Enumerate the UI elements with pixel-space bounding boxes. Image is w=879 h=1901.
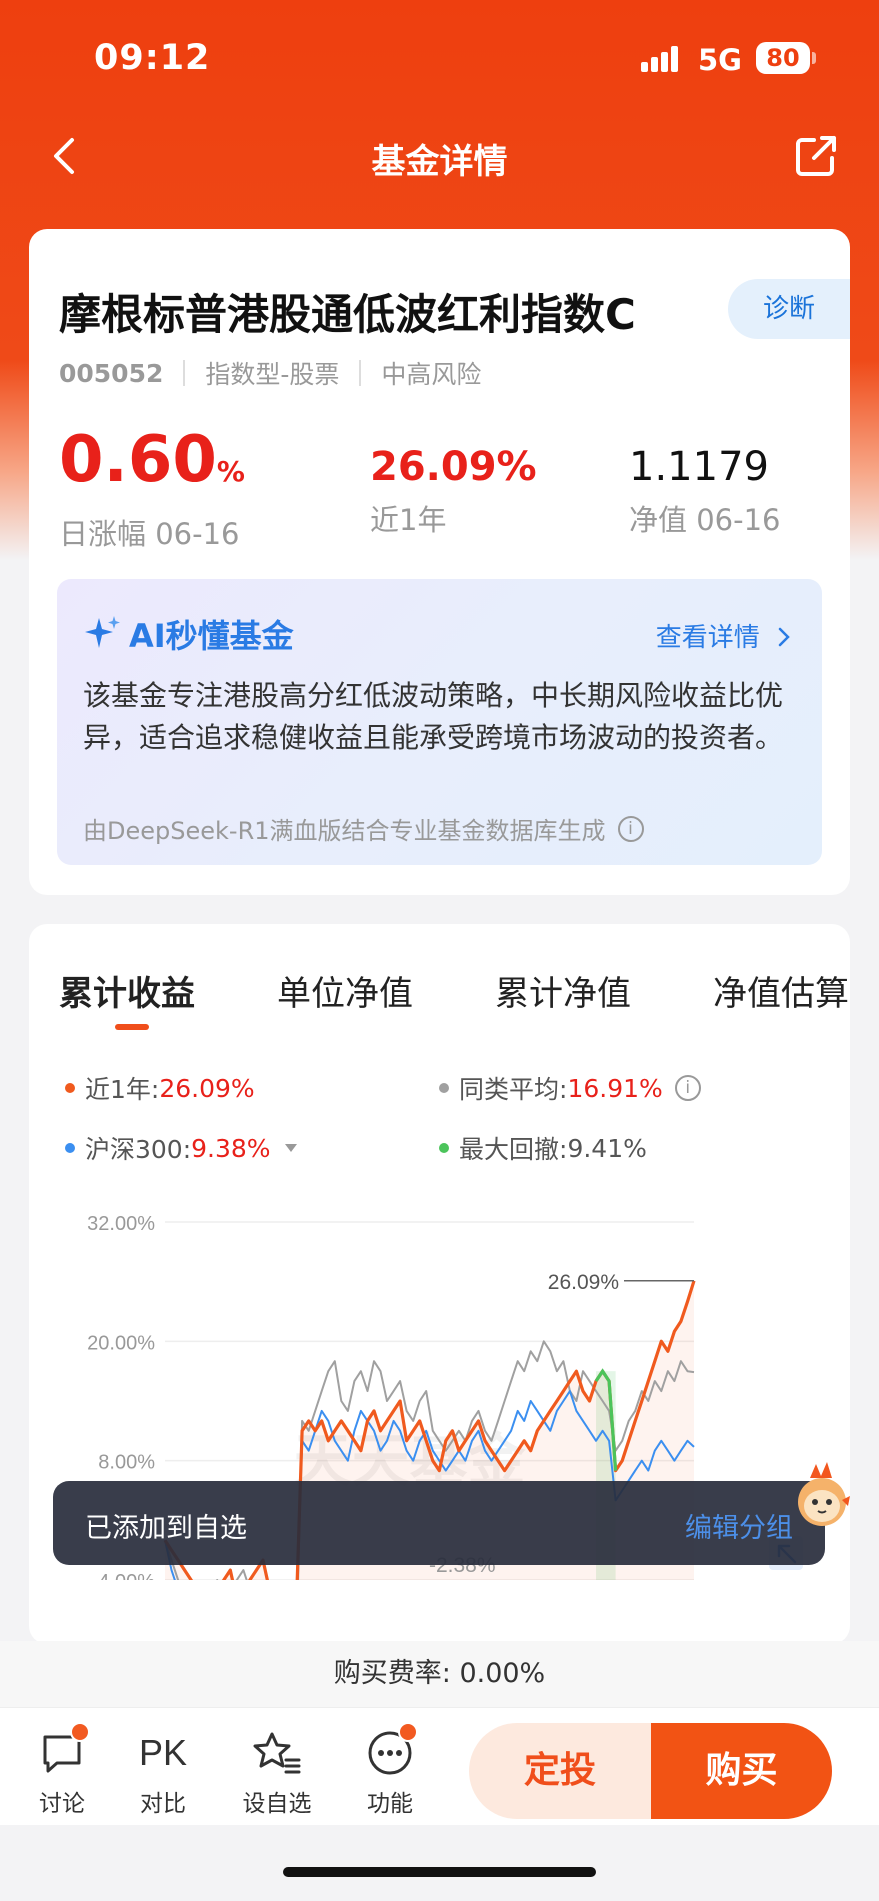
legend-index-value: 9.38% [191,1133,271,1163]
ai-title-text: AI秒懂基金 [129,617,294,655]
tab-cumulative-return[interactable]: 累计收益 [59,966,195,1015]
add-watchlist-label: 设自选 [242,1791,312,1817]
nav-bar: 基金详情 [0,120,879,200]
legend-peer-value: 16.91% [567,1073,663,1103]
sip-button[interactable]: 定投 [469,1723,651,1819]
legend-index-label: 沪深300: [85,1135,192,1164]
notification-badge [398,1722,418,1742]
nav-label: 净值 06-16 [629,503,781,537]
more-functions-button[interactable]: 功能 [350,1722,430,1818]
legend-dot [439,1143,449,1153]
caret-down-icon [284,1144,297,1152]
legend-peer-label: 同类平均: [459,1075,568,1104]
compare-label: 对比 [140,1791,186,1817]
y-tick-label: 8.00% [98,1452,155,1474]
nav-value: 1.1179 [629,444,769,490]
legend-drawdown-label: 最大回撤: [459,1135,568,1164]
signal-icon [641,44,687,72]
home-indicator[interactable] [283,1867,596,1877]
active-tab-indicator [115,1024,149,1030]
y-tick-label: 20.00% [87,1332,155,1354]
share-icon[interactable] [792,132,840,180]
fund-meta: 005052 指数型-股票 中高风险 [59,355,481,391]
legend-dot [65,1083,75,1093]
legend-dot [439,1083,449,1093]
purchase-fee: 购买费率: 0.00% [0,1641,879,1707]
chart-tabs: 累计收益 单位净值 累计净值 净值估算 [59,966,849,1015]
mascot-icon[interactable] [790,1456,852,1540]
chevron-right-icon [778,627,790,647]
tab-nav-estimate[interactable]: 净值估算 [713,966,849,1015]
fund-summary-card: 摩根标普港股通低波红利指数C 诊断 005052 指数型-股票 中高风险 0.6… [29,229,850,895]
info-icon[interactable]: i [674,1075,701,1101]
daily-change-label: 日涨幅 06-16 [59,517,240,551]
fund-name: 摩根标普港股通低波红利指数C [59,290,636,339]
battery-icon: 80 [756,42,810,74]
nav-stat: 1.1179 净值 06-16 [629,441,781,539]
daily-change-stat: 0.60% 日涨幅 06-16 [59,425,245,553]
legend-index[interactable]: 沪深300: 9.38% [65,1130,297,1166]
toast-text: 已添加到自选 [85,1513,247,1544]
status-bar: 09:12 5G 80 [0,0,879,110]
info-icon[interactable]: i [617,815,644,842]
ai-view-details-link[interactable]: 查看详情 [656,617,792,654]
more-functions-label: 功能 [367,1791,413,1817]
status-time: 09:12 [94,38,211,78]
tab-cumulative-nav[interactable]: 累计净值 [495,966,631,1015]
ai-view-details-label: 查看详情 [655,623,760,653]
star-list-icon [253,1732,301,1774]
legend-fund-value: 26.09% [159,1073,255,1103]
year-return-value: 26.09% [370,444,537,490]
legend-drawdown-value: 9.41% [567,1133,647,1163]
daily-change-value: 0.60 [59,423,217,497]
ai-summary-text: 该基金专注港股高分红低波动策略，中长期风险收益比优异，适合追求稳健收益且能承受跨… [83,679,784,754]
daily-change-unit: % [216,455,245,488]
discuss-label: 讨论 [39,1791,85,1817]
add-watchlist-button[interactable]: 设自选 [237,1728,317,1818]
ai-source-text: 由DeepSeek-R1满血版结合专业基金数据库生成 [83,817,606,845]
fund-risk: 中高风险 [381,360,482,389]
toast: 已添加到自选 编辑分组 [53,1481,825,1565]
ai-source-note: 由DeepSeek-R1满血版结合专业基金数据库生成 i [83,811,644,846]
diagnose-button[interactable]: 诊断 [728,279,850,339]
sparkle-icon [85,616,120,648]
year-return-stat: 26.09% 近1年 [370,441,537,539]
notification-badge [70,1722,90,1742]
battery-cap [812,52,816,64]
trade-buttons: 定投 购买 [469,1723,832,1819]
y-tick-label: 32.00% [87,1213,155,1235]
end-value-label: 26.09% [548,1271,619,1294]
pk-icon: PK [138,1732,188,1773]
year-return-label: 近1年 [370,503,447,537]
home-indicator-area [0,1825,879,1901]
edit-group-button[interactable]: 编辑分组 [685,1506,793,1545]
divider [183,360,186,386]
discuss-button[interactable]: 讨论 [22,1722,102,1818]
ai-summary-box[interactable]: AI秒懂基金 查看详情 该基金专注港股高分红低波动策略，中长期风险收益比优异，适… [57,579,822,865]
bottom-action-bar: 讨论 PK 对比 设自选 功能 定投 购买 [0,1707,879,1825]
legend-fund-label: 近1年: [85,1075,160,1104]
y-tick-label: -4.00% [92,1571,156,1580]
compare-button[interactable]: PK 对比 [123,1728,203,1818]
fund-type: 指数型-股票 [205,360,340,389]
page-title: 基金详情 [371,142,508,182]
legend-dot [65,1143,75,1153]
legend-peer: 同类平均: 16.91% i [439,1070,701,1106]
divider [359,360,362,386]
tab-unit-nav[interactable]: 单位净值 [277,966,413,1015]
ai-title: AI秒懂基金 [83,611,294,657]
legend-drawdown: 最大回撤: 9.41% [439,1130,647,1166]
fund-code: 005052 [59,358,164,388]
network-type: 5G [698,43,742,77]
legend-fund: 近1年: 26.09% [65,1070,255,1106]
buy-button[interactable]: 购买 [651,1723,832,1819]
